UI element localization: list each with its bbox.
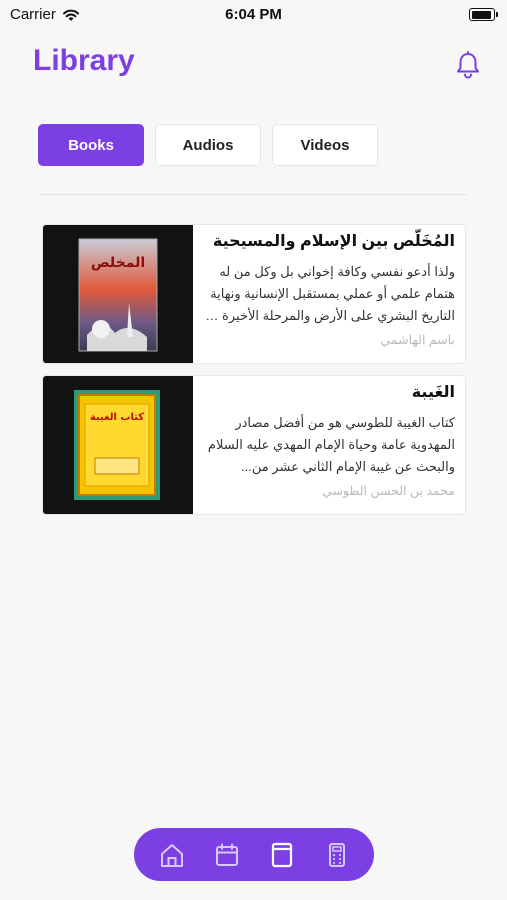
book-description: كتاب الغيبة للطوسي هو من أفضل مصادر المه… bbox=[207, 415, 455, 474]
media-tabs: Books Audios Videos bbox=[38, 124, 378, 166]
cover-title: المخلص bbox=[91, 255, 145, 271]
book-author: محمد بن الحسن الطوسي bbox=[322, 484, 455, 498]
book-icon bbox=[271, 842, 292, 867]
cover-title: كتاب الغيبة bbox=[90, 412, 144, 423]
nav-library[interactable] bbox=[264, 837, 300, 873]
book-title: المُخَلّص بين الإسلام والمسيحية bbox=[212, 233, 455, 250]
bottom-nav bbox=[134, 828, 374, 881]
nav-calculator[interactable] bbox=[319, 837, 355, 873]
bell-icon[interactable] bbox=[453, 50, 483, 80]
book-title: الغَيبة bbox=[411, 384, 455, 401]
book-description: ولذا أدعو نفسي وكافة إخواني بل وكل من له… bbox=[201, 264, 455, 323]
book-info: المُخَلّص بين الإسلام والمسيحية ولذا أدع… bbox=[201, 229, 455, 347]
book-cover-image: كتاب الغيبة bbox=[74, 390, 160, 500]
tab-videos[interactable]: Videos bbox=[272, 124, 378, 166]
status-time: 6:04 PM bbox=[225, 6, 282, 23]
tab-audios[interactable]: Audios bbox=[155, 124, 261, 166]
tab-books[interactable]: Books bbox=[38, 124, 144, 166]
book-author: باسم الهاشمي bbox=[380, 333, 455, 347]
divider bbox=[40, 194, 467, 195]
book-card[interactable]: كتاب الغيبة الغَيبة كتاب الغيبة للطوسي ه… bbox=[42, 375, 466, 515]
calendar-icon bbox=[215, 843, 238, 866]
nav-calendar[interactable] bbox=[209, 837, 245, 873]
home-icon bbox=[160, 843, 183, 867]
page-title: Library bbox=[33, 44, 135, 77]
status-bar: Carrier 6:04 PM bbox=[0, 0, 507, 30]
book-card[interactable]: المخلص المُخَلّص بين الإسلام والمسيحية و… bbox=[42, 224, 466, 364]
book-cover-thumbnail: كتاب الغيبة bbox=[43, 376, 193, 514]
battery-icon bbox=[469, 8, 498, 21]
nav-home[interactable] bbox=[154, 837, 190, 873]
book-cover-thumbnail: المخلص bbox=[43, 225, 193, 363]
book-info: الغَيبة كتاب الغيبة للطوسي هو من أفضل مص… bbox=[201, 380, 455, 498]
book-cover-image: المخلص bbox=[78, 238, 158, 352]
calculator-icon bbox=[328, 842, 345, 867]
